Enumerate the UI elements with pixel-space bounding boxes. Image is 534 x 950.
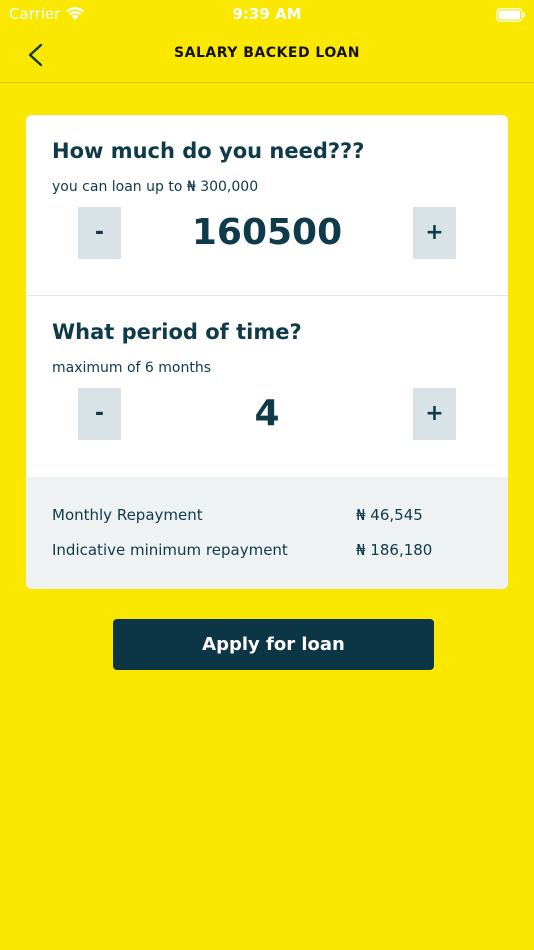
status-bar: Carrier 9:39 AM — [0, 0, 534, 28]
period-decrease-button[interactable]: - — [78, 388, 121, 440]
amount-decrease-button[interactable]: - — [78, 207, 121, 259]
clock: 9:39 AM — [232, 5, 302, 23]
period-increase-button[interactable]: + — [413, 388, 456, 440]
monthly-repayment-label: Monthly Repayment — [52, 506, 203, 524]
period-section: What period of time? maximum of 6 months… — [26, 296, 508, 477]
amount-value: 160500 — [191, 212, 343, 253]
monthly-repayment-value: ₦ 46,545 — [356, 506, 423, 524]
repayment-summary: Monthly Repayment ₦ 46,545 Indicative mi… — [26, 477, 508, 589]
period-limit-text: maximum of 6 months — [52, 360, 212, 376]
amount-increase-button[interactable]: + — [413, 207, 456, 259]
amount-title: How much do you need??? — [52, 139, 365, 163]
amount-limit-text: you can loan up to ₦ 300,000 — [52, 179, 259, 195]
apply-for-loan-button[interactable]: Apply for loan — [113, 619, 434, 670]
period-value: 4 — [254, 393, 280, 434]
nav-bar: SALARY BACKED LOAN — [0, 28, 534, 83]
monthly-repayment-row: Monthly Repayment ₦ 46,545 — [52, 506, 482, 528]
period-title: What period of time? — [52, 320, 302, 344]
minimum-repayment-label: Indicative minimum repayment — [52, 541, 288, 559]
loan-card: How much do you need??? you can loan up … — [26, 115, 508, 589]
minimum-repayment-row: Indicative minimum repayment ₦ 186,180 — [52, 541, 482, 563]
battery-icon — [496, 7, 526, 26]
page-title: SALARY BACKED LOAN — [174, 45, 360, 61]
minimum-repayment-value: ₦ 186,180 — [356, 541, 433, 559]
amount-section: How much do you need??? you can loan up … — [26, 115, 508, 296]
